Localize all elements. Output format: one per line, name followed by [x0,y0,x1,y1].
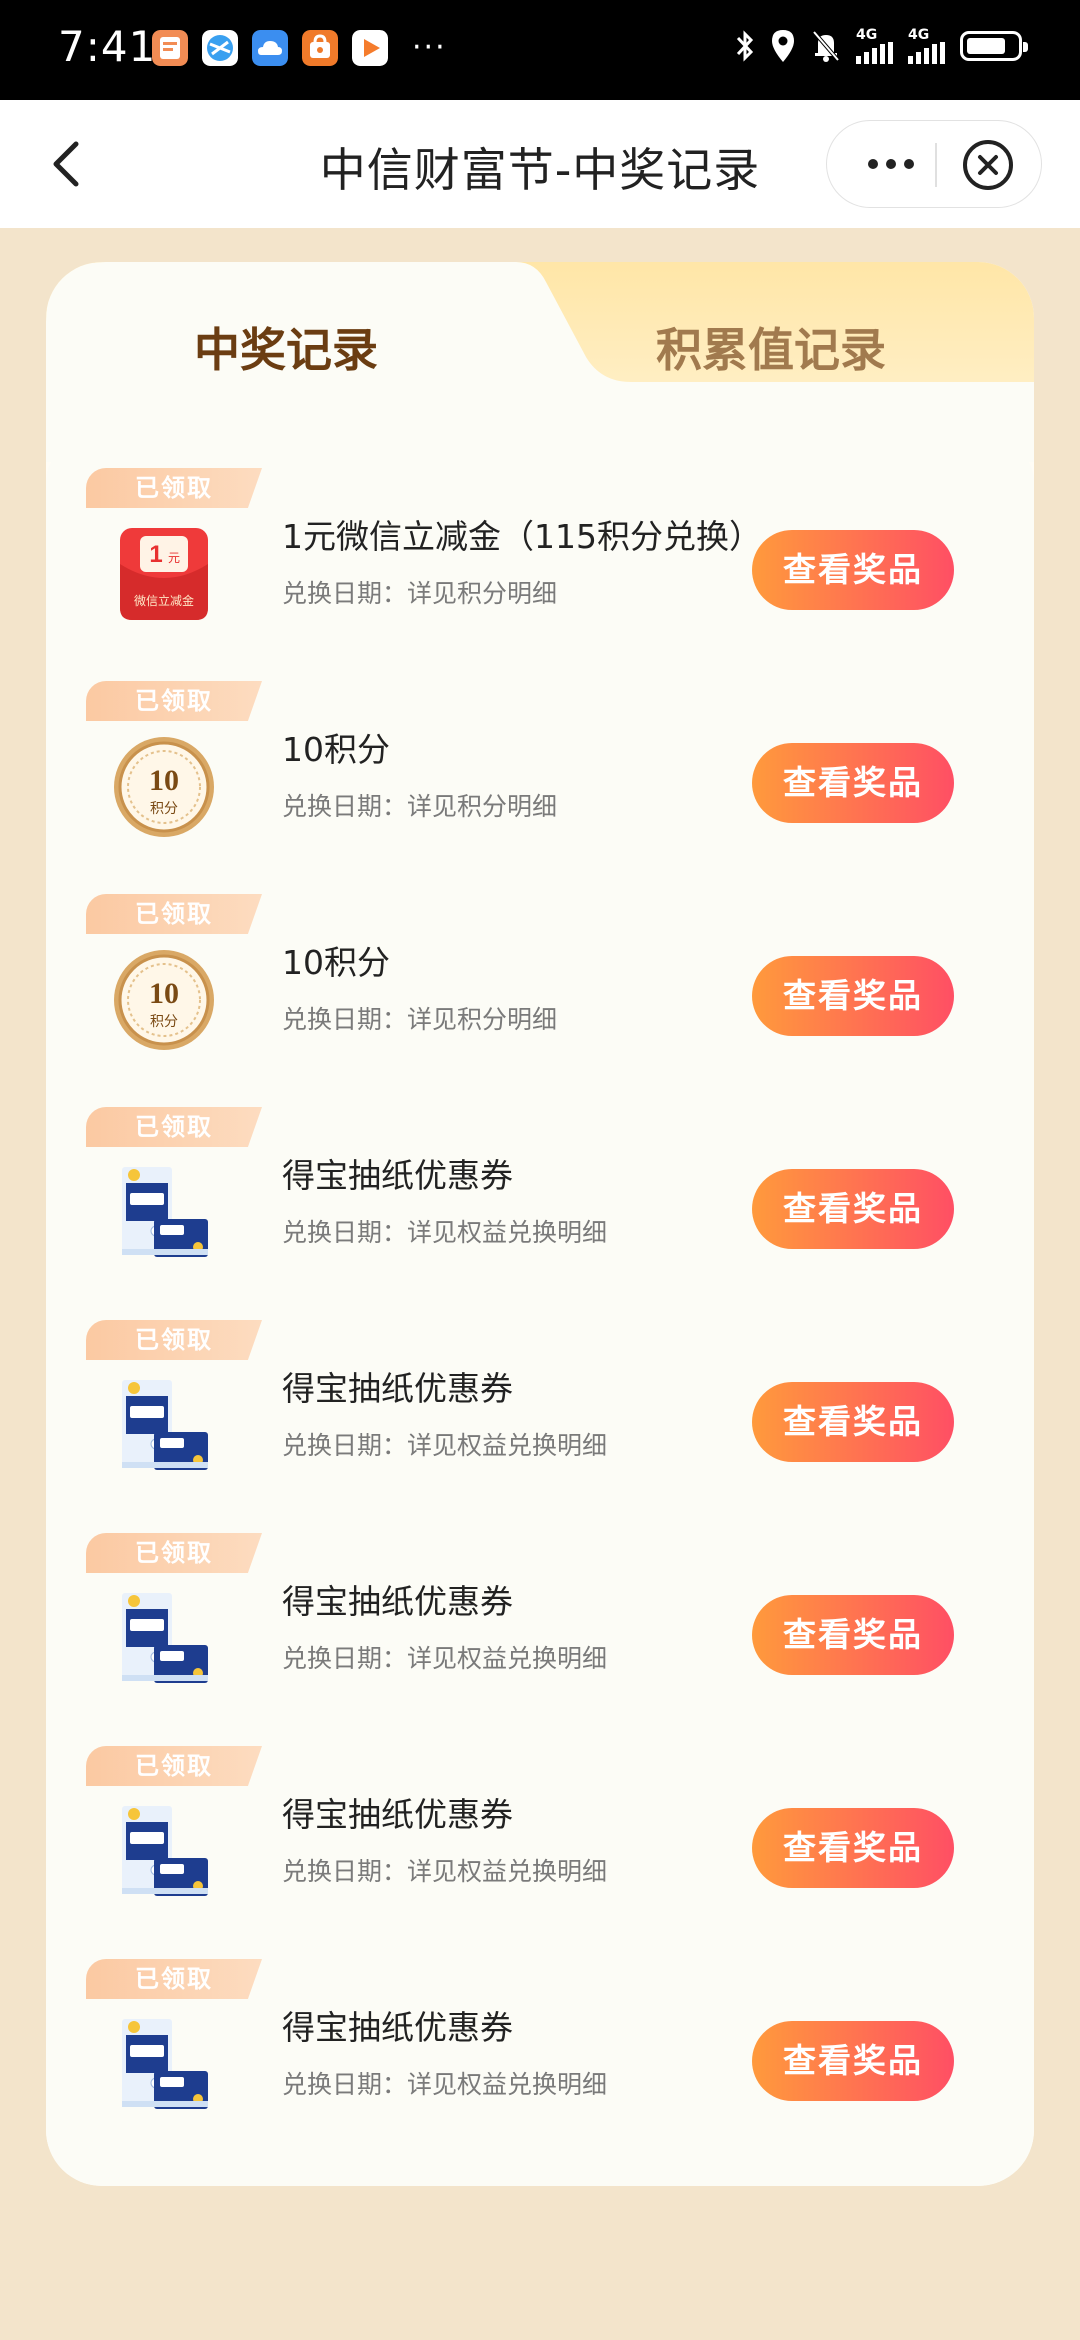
record-title: 得宝抽纸优惠券 [282,1582,513,1621]
record-item: 已领取 10 积分 10积分 兑换日期：详见积分明细 查看奖品 [46,894,1034,1107]
record-title: 得宝抽纸优惠券 [282,1795,513,1834]
record-date: 兑换日期：详见积分明细 [282,1000,557,1036]
tab-accumulated-records[interactable]: 积累值记录 [656,314,886,380]
record-item: 已领取 得宝抽纸优惠券兑换日期：详见权益兑换明细 查看奖品 [46,1533,1034,1746]
claimed-badge: 已领取 [86,1533,262,1573]
view-prize-button[interactable]: 查看奖品 [752,1808,954,1888]
svg-text:元: 元 [168,551,180,565]
record-title: 得宝抽纸优惠券 [282,2008,513,2047]
battery-icon [960,31,1028,61]
claimed-badge: 已领取 [86,1959,262,1999]
record-date-value: 详见权益兑换明细 [407,1431,608,1460]
record-title: 得宝抽纸优惠券 [282,1369,513,1408]
record-date-label: 兑换日期： [282,1857,408,1886]
network-type-label: 4G [908,27,930,43]
record-date-label: 兑换日期： [282,579,408,608]
record-date: 兑换日期：详见积分明细 [282,574,557,610]
record-date: 兑换日期：详见权益兑换明细 [282,1852,607,1888]
view-prize-button[interactable]: 查看奖品 [752,1169,954,1249]
record-date-label: 兑换日期： [282,1218,408,1247]
record-title: 1元微信立减金（115积分兑换） [282,517,762,556]
more-options-icon[interactable] [853,141,929,187]
browser-app-icon [202,30,238,66]
view-prize-button[interactable]: 查看奖品 [752,2021,954,2101]
record-item: 已领取 得宝抽纸优惠券兑换日期：详见权益兑换明细 查看奖品 [46,1107,1034,1320]
points-coin-icon: 10 积分 [114,737,214,837]
svg-text:积分: 积分 [150,1013,178,1029]
record-date: 兑换日期：详见权益兑换明细 [282,1213,607,1249]
svg-text:10: 10 [149,764,179,797]
tissue-pack-icon [122,1806,208,1896]
signal-1: 4G [856,28,894,64]
cloud-app-icon [252,30,288,66]
capsule-divider [935,143,937,187]
navigation-bar: 中信财富节-中奖记录 [0,100,1080,228]
record-date: 兑换日期：详见积分明细 [282,787,557,823]
system-icons: 4G 4G [734,28,1028,64]
record-title: 得宝抽纸优惠券 [282,1156,513,1195]
notes-app-icon [152,30,188,66]
record-date-value: 详见积分明细 [407,1005,558,1034]
tissue-pack-icon [122,1593,208,1683]
record-date-label: 兑换日期： [282,792,408,821]
mini-program-capsule [826,120,1042,208]
shop-app-icon [302,30,338,66]
tissue-pack-icon [122,1380,208,1470]
record-date-value: 详见权益兑换明细 [407,1644,608,1673]
tissue-pack-icon [122,1167,208,1257]
record-title: 10积分 [282,730,390,769]
record-item: 已领取 得宝抽纸优惠券兑换日期：详见权益兑换明细 查看奖品 [46,1959,1034,2172]
signal-2: 4G [908,28,946,64]
bluetooth-icon [736,30,754,62]
signal-bars-icon [908,42,945,64]
record-date-value: 详见权益兑换明细 [407,1857,608,1886]
record-date: 兑换日期：详见权益兑换明细 [282,1426,607,1462]
record-item: 已领取 1 元微信立减金 1元微信立减金（115积分兑换） 兑换日期：详见积分明细 查看奖… [46,468,1034,681]
red-envelope-icon: 1 元微信立减金 [120,528,208,620]
claimed-badge: 已领取 [86,1107,262,1147]
record-date-value: 详见积分明细 [407,579,558,608]
view-prize-button[interactable]: 查看奖品 [752,956,954,1036]
record-title: 10积分 [282,943,390,982]
tissue-pack-icon [122,2019,208,2109]
more-notifications-icon: ··· [412,30,447,65]
record-date-value: 详见积分明细 [407,792,558,821]
network-type-label: 4G [856,27,878,43]
record-item: 已领取 得宝抽纸优惠券兑换日期：详见权益兑换明细 查看奖品 [46,1320,1034,1533]
record-date-label: 兑换日期： [282,2070,408,2099]
record-date: 兑换日期：详见权益兑换明细 [282,2065,607,2101]
notification-icons: ··· [152,30,447,66]
view-prize-button[interactable]: 查看奖品 [752,1595,954,1675]
record-date-label: 兑换日期： [282,1431,408,1460]
record-date-value: 详见权益兑换明细 [407,1218,608,1247]
close-icon[interactable] [961,138,1015,192]
record-date: 兑换日期：详见权益兑换明细 [282,1639,607,1675]
record-date-value: 详见权益兑换明细 [407,2070,608,2099]
record-date-label: 兑换日期： [282,1644,408,1673]
record-item: 已领取 得宝抽纸优惠券兑换日期：详见权益兑换明细 查看奖品 [46,1746,1034,1959]
claimed-badge: 已领取 [86,468,262,508]
location-icon [772,30,794,62]
record-date-label: 兑换日期： [282,1005,408,1034]
claimed-badge: 已领取 [86,1320,262,1360]
claimed-badge: 已领取 [86,681,262,721]
tab-winning-records[interactable]: 中奖记录 [194,314,378,380]
view-prize-button[interactable]: 查看奖品 [752,1382,954,1462]
svg-text:1: 1 [149,541,162,568]
points-coin-icon: 10 积分 [114,950,214,1050]
video-app-icon [352,30,388,66]
svg-text:微信立减金: 微信立减金 [134,593,194,608]
svg-text:积分: 积分 [150,800,178,816]
view-prize-button[interactable]: 查看奖品 [752,530,954,610]
mute-bell-icon [812,30,840,62]
view-prize-button[interactable]: 查看奖品 [752,743,954,823]
status-time: 7:41 [58,22,157,71]
svg-text:10: 10 [149,977,179,1010]
record-item: 已领取 10 积分 10积分 兑换日期：详见积分明细 查看奖品 [46,681,1034,894]
status-bar: 7:41 ··· 4G 4G [0,0,1080,100]
claimed-badge: 已领取 [86,1746,262,1786]
claimed-badge: 已领取 [86,894,262,934]
signal-bars-icon [856,42,893,64]
